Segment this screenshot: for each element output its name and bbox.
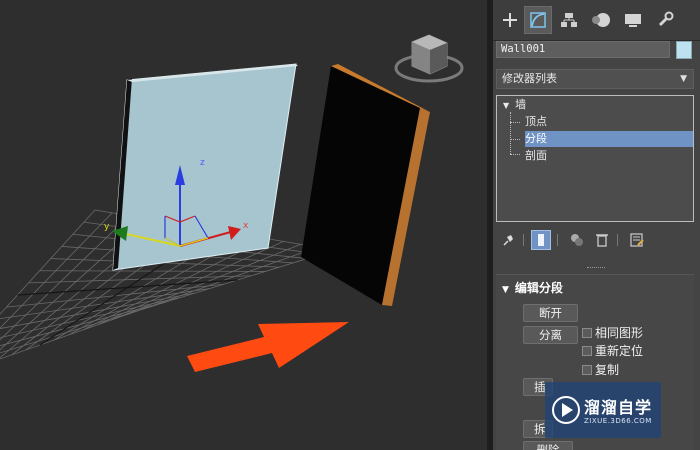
grid-line <box>0 309 141 360</box>
tab-display[interactable] <box>619 6 647 34</box>
pin-icon <box>503 235 513 246</box>
show-end-result-icon <box>538 234 544 246</box>
stack-item-profile[interactable]: 剖面 <box>525 148 693 164</box>
tree-branch <box>510 154 520 155</box>
reorient-label: 重新定位 <box>595 344 644 358</box>
tree-branch <box>510 139 520 140</box>
remove-modifier-button[interactable] <box>592 230 612 250</box>
expand-arrow-icon[interactable]: ▼ <box>503 101 509 110</box>
rollout-header[interactable]: ▼ 编辑分段 <box>502 279 563 296</box>
collapse-arrow-icon: ▼ <box>502 285 509 295</box>
panel-grip[interactable] <box>587 267 605 271</box>
axis-z-label: z <box>200 158 205 168</box>
object-name-field[interactable]: Wall001 <box>496 41 670 58</box>
hierarchy-icon <box>561 13 577 27</box>
stack-toolbar <box>493 228 700 252</box>
tree-line <box>510 112 511 154</box>
modifier-list-label: 修改器列表 <box>502 72 557 85</box>
stack-item-label: 分段 <box>525 132 547 145</box>
rollout-title: 编辑分段 <box>514 281 563 295</box>
axis-x-label: x <box>243 221 249 231</box>
dropdown-arrow-icon: ▼ <box>680 74 687 84</box>
stack-item-segment[interactable]: 分段 <box>525 131 693 147</box>
display-monitor-icon <box>625 14 641 27</box>
wall-dark[interactable] <box>301 66 420 305</box>
tab-modify[interactable] <box>524 6 552 34</box>
modify-curve-icon <box>530 12 546 28</box>
show-end-result-button[interactable] <box>531 230 551 250</box>
command-panel-tabs <box>493 0 700 41</box>
detach-button[interactable]: 分离 <box>523 326 578 344</box>
watermark-logo: 溜溜自学 ZIXUE.3D66.COM <box>545 382 661 438</box>
tree-branch <box>510 122 520 123</box>
delete-button[interactable]: 删除 <box>523 441 573 450</box>
watermark-url: ZIXUE.3D66.COM <box>584 417 652 425</box>
reorient-checkbox[interactable] <box>582 346 592 356</box>
modifier-list-dropdown[interactable]: 修改器列表 ▼ <box>496 69 694 89</box>
trash-icon <box>596 234 608 247</box>
hint-arrow <box>187 322 349 372</box>
pin-stack-button[interactable] <box>498 230 518 250</box>
modifier-stack[interactable]: ▼ 墙 顶点 分段 剖面 <box>496 95 694 222</box>
tab-motion[interactable] <box>587 6 615 34</box>
viewcube[interactable] <box>394 34 464 83</box>
play-logo-icon <box>552 396 580 424</box>
copy-checkbox[interactable] <box>582 365 592 375</box>
make-unique-button[interactable] <box>567 230 587 250</box>
make-unique-icon <box>571 234 583 246</box>
copy-label: 复制 <box>595 363 620 377</box>
tab-utilities[interactable] <box>651 6 679 34</box>
watermark-brand: 溜溜自学 <box>584 398 653 417</box>
tab-create[interactable] <box>496 6 524 34</box>
grid-line <box>0 296 182 339</box>
break-button[interactable]: 断开 <box>523 304 578 322</box>
stack-item-label: 顶点 <box>525 115 547 128</box>
same-shape-checkbox[interactable] <box>582 328 592 338</box>
stack-item-label: 剖面 <box>525 149 547 162</box>
object-color-swatch[interactable] <box>676 41 692 59</box>
toolbar-separator <box>617 234 618 246</box>
configure-sets-button[interactable] <box>627 230 647 250</box>
viewport[interactable]: z x y <box>0 0 487 450</box>
configure-icon <box>630 233 644 247</box>
tab-hierarchy[interactable] <box>555 6 583 34</box>
motion-icon <box>592 13 610 27</box>
wrench-icon <box>658 11 674 27</box>
stack-item-vertex[interactable]: 顶点 <box>525 114 693 130</box>
plus-icon <box>503 13 517 27</box>
toolbar-separator <box>523 234 524 246</box>
toolbar-separator <box>557 234 558 246</box>
same-shape-label: 相同图形 <box>595 326 644 340</box>
axis-y-label: y <box>104 222 110 232</box>
stack-root[interactable]: ▼ 墙 <box>503 97 526 113</box>
viewport-scene[interactable]: z x y <box>0 0 487 450</box>
stack-root-label: 墙 <box>515 98 527 111</box>
